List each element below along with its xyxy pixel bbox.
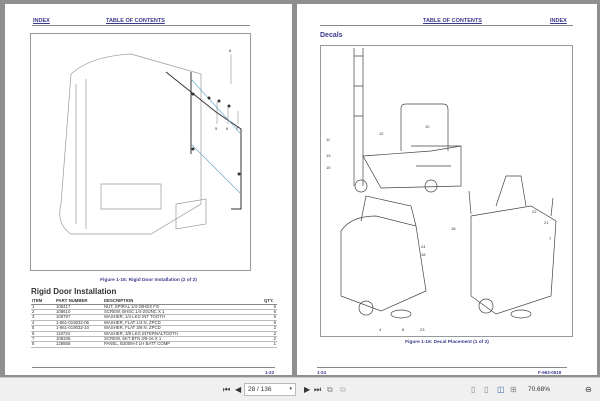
previous-page-icon[interactable]: ◀: [235, 385, 241, 395]
callout: 10: [425, 124, 430, 129]
callout: 24: [421, 244, 426, 249]
index-link[interactable]: INDEX: [33, 18, 50, 24]
callout: 22: [532, 209, 537, 214]
callout: 21: [544, 220, 549, 225]
header-divider: [32, 25, 250, 26]
callout: 6: [226, 126, 229, 131]
section-title: Decals: [320, 32, 343, 39]
first-page-icon[interactable]: ⏮: [223, 385, 230, 395]
right-page: TABLE OF CONTENTS INDEX Decals 11 19 12 …: [297, 4, 597, 375]
left-page: INDEX TABLE OF CONTENTS 8 5 6 7 Figure 1…: [5, 4, 292, 375]
callout: 5: [215, 126, 218, 131]
page-value: 28 / 136: [248, 386, 272, 393]
callout: 8: [229, 48, 232, 53]
footer-divider: [317, 367, 567, 368]
col-description: DESCRIPTION: [103, 297, 263, 305]
zoom-level[interactable]: 70.68%: [528, 386, 550, 393]
callout: 4: [379, 327, 382, 332]
callout: 19: [326, 153, 331, 158]
callout: 18: [421, 252, 426, 257]
callout: 12: [379, 131, 384, 136]
decals-illustration: 11 19 12 10 15 22 21 18 7 24 18 4 8 23: [326, 48, 557, 332]
single-page-icon[interactable]: ▯: [471, 385, 475, 395]
footer-divider: [32, 367, 275, 368]
two-page-continuous-icon[interactable]: ⊞: [510, 385, 517, 395]
previous-view-icon[interactable]: ⧉: [327, 385, 333, 395]
callout: 18: [451, 226, 456, 231]
page-number: 1-23: [265, 370, 275, 375]
callout: 15: [326, 165, 331, 170]
table-header: ITEM PART NUMBER DESCRIPTION QTY.: [31, 297, 277, 305]
table-row: 8 128858 PANEL, B300M-4 LH BATT COMP 1: [31, 341, 277, 348]
cell-part-number: 128858: [55, 341, 103, 348]
toc-link[interactable]: TABLE OF CONTENTS: [106, 18, 165, 24]
col-item: ITEM: [31, 297, 55, 305]
page-dropdown-icon[interactable]: ▾: [289, 386, 292, 392]
figure-rigid-door: 8 5 6 7: [30, 33, 251, 271]
figure-caption: Figure 1-16: Decal Placement (1 of 2): [405, 340, 489, 345]
two-page-icon[interactable]: ◫: [497, 385, 505, 395]
document-number: F-963-0519: [538, 370, 562, 375]
section-title: Rigid Door Installation: [31, 287, 117, 296]
header-divider: [320, 25, 573, 26]
next-page-icon[interactable]: ▶: [304, 385, 310, 395]
col-part-number: PART NUMBER: [55, 297, 103, 305]
zoom-out-icon[interactable]: ⊖: [585, 385, 592, 395]
figure-caption: Figure 1-15: Rigid Door Installation (2 …: [100, 278, 197, 283]
last-page-icon[interactable]: ⏭: [314, 385, 321, 395]
cell-item: 8: [31, 341, 55, 348]
callout: 23: [420, 327, 425, 332]
continuous-page-icon[interactable]: ▯: [484, 385, 488, 395]
page-number-input[interactable]: 28 / 136 ▾: [244, 383, 296, 396]
cell-description: PANEL, B300M-4 LH BATT COMP: [103, 341, 263, 348]
cell-qty: 1: [263, 341, 277, 348]
parts-table: ITEM PART NUMBER DESCRIPTION QTY. 1 10841…: [31, 297, 277, 348]
callout: 8: [402, 327, 405, 332]
figure-decals: 11 19 12 10 15 22 21 18 7 24 18 4 8 23: [320, 45, 573, 337]
next-view-icon[interactable]: ⧉: [340, 385, 346, 395]
page-number: 1-24: [317, 370, 327, 375]
rigid-door-illustration: 8 5 6 7: [59, 48, 242, 235]
toc-link[interactable]: TABLE OF CONTENTS: [423, 18, 482, 24]
index-link[interactable]: INDEX: [550, 18, 567, 24]
pdf-toolbar: ⏮ ◀ 28 / 136 ▾ ▶ ⏭ ⧉ ⧉ ▯ ▯ ◫ ⊞ 70.68% ⊖: [0, 377, 600, 401]
col-qty: QTY.: [263, 297, 277, 305]
callout: 11: [326, 137, 331, 142]
callout: 7: [549, 236, 552, 241]
